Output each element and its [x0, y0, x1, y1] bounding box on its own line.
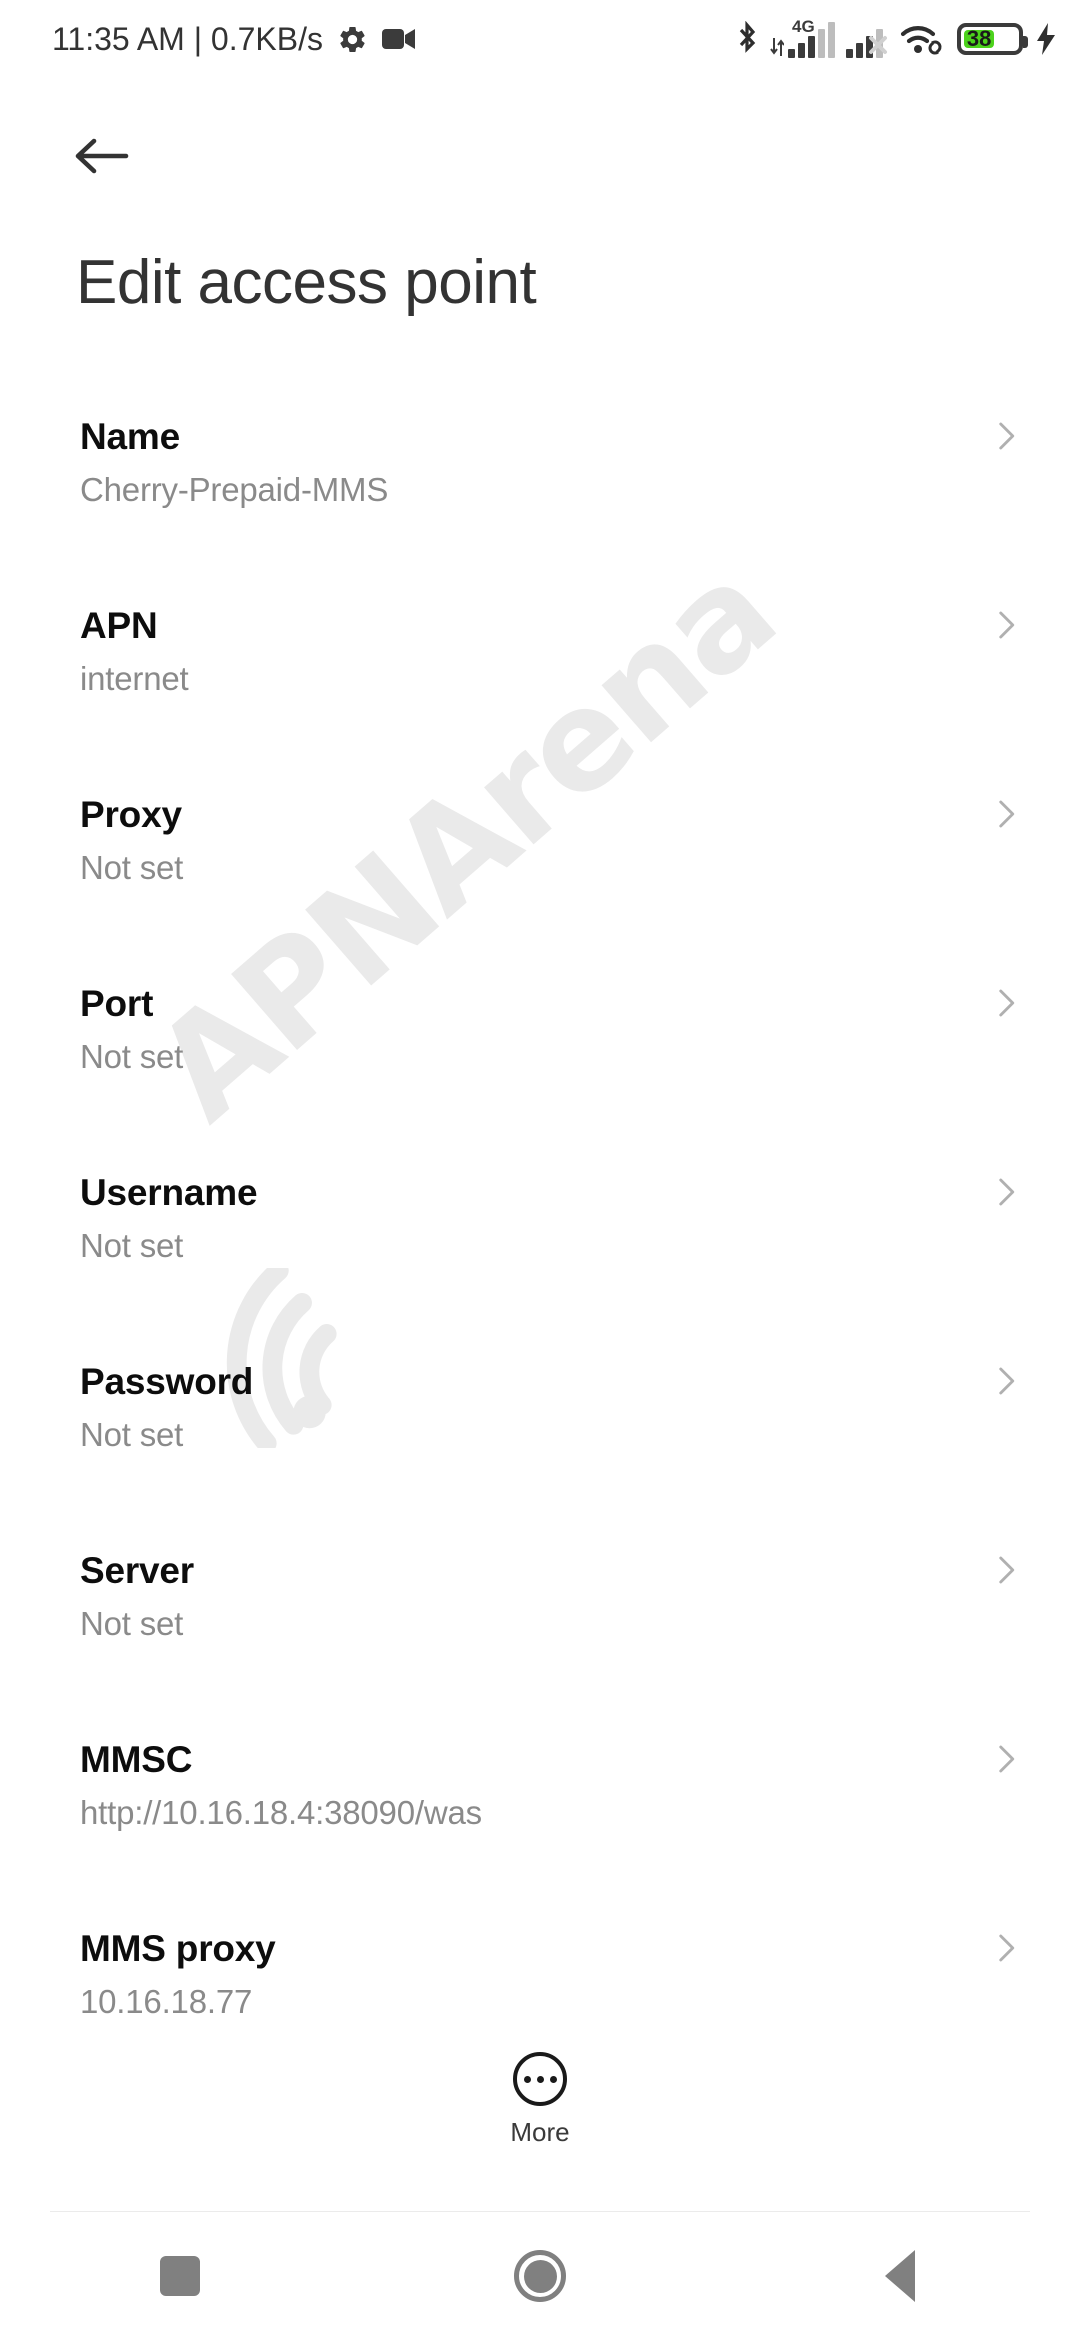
nav-back-button[interactable] [720, 2250, 1080, 2302]
table-row[interactable]: Username Not set [0, 1154, 1080, 1343]
status-bar: 11:35 AM | 0.7KB/s 4G 38 [0, 0, 1080, 78]
table-row[interactable]: APN internet [0, 587, 1080, 776]
field-label: Username [80, 1172, 258, 1213]
gear-icon [337, 24, 368, 55]
back-button[interactable] [64, 118, 140, 194]
field-value: Not set [80, 1605, 184, 1642]
status-bar-left: 11:35 AM | 0.7KB/s [52, 0, 416, 78]
status-bar-right: 4G 38 [735, 0, 1058, 78]
chevron-right-icon [999, 1934, 1015, 1962]
field-label: Port [80, 983, 154, 1024]
field-label: Password [80, 1361, 254, 1402]
chevron-right-icon [999, 800, 1015, 828]
field-value: http://10.16.18.4:38090/was [80, 1794, 482, 1831]
home-circle-icon [514, 2250, 566, 2302]
chevron-right-icon [999, 989, 1015, 1017]
bluetooth-icon [735, 21, 759, 57]
table-row[interactable]: Server Not set [0, 1532, 1080, 1721]
more-button[interactable]: More [0, 2052, 1080, 2148]
field-value: internet [80, 660, 189, 697]
back-arrow-icon [75, 138, 129, 174]
field-label: MMSC [80, 1739, 193, 1780]
field-value: 10.16.18.77 [80, 1983, 253, 2020]
field-value: Not set [80, 1227, 184, 1264]
more-button-label: More [510, 2117, 570, 2147]
recents-square-icon [160, 2256, 200, 2296]
charging-bolt-icon [1034, 22, 1058, 56]
table-row[interactable]: MMSC http://10.16.18.4:38090/was [0, 1721, 1080, 1910]
phone-screen: APNArena 11:35 AM | 0.7KB/s 4G 38 Edit a… [0, 0, 1080, 2340]
chevron-right-icon [999, 611, 1015, 639]
field-label: Proxy [80, 794, 182, 835]
chevron-right-icon [999, 1556, 1015, 1584]
home-circle-inner [523, 2259, 557, 2293]
chevron-right-icon [999, 1745, 1015, 1773]
network-type-label: 4G [792, 17, 815, 36]
field-value: Not set [80, 849, 184, 886]
wifi-linked-icon [900, 21, 946, 57]
chevron-right-icon [999, 1178, 1015, 1206]
signal-bars-no-service-icon [846, 20, 889, 58]
field-label: Server [80, 1550, 195, 1591]
field-value: Not set [80, 1038, 184, 1075]
more-dot [549, 2075, 557, 2083]
battery-icon: 38 [957, 23, 1028, 55]
navigation-bar [0, 2212, 1080, 2340]
back-triangle-icon [885, 2250, 915, 2302]
more-dot [536, 2075, 544, 2083]
table-row[interactable]: Name Cherry-Prepaid-MMS [0, 398, 1080, 587]
table-row[interactable]: Proxy Not set [0, 776, 1080, 965]
page-title: Edit access point [76, 248, 537, 317]
access-point-field-list: Name Cherry-Prepaid-MMS APN internet Pro… [0, 398, 1080, 2099]
field-label: APN [80, 605, 158, 646]
battery-level-label: 38 [966, 26, 992, 51]
status-clock: 11:35 AM | 0.7KB/s [52, 20, 323, 57]
field-value: Not set [80, 1416, 184, 1453]
chevron-right-icon [999, 1367, 1015, 1395]
field-value: Cherry-Prepaid-MMS [80, 471, 389, 508]
video-camera-icon [381, 26, 416, 52]
field-label: Name [80, 416, 180, 457]
table-row[interactable]: Port Not set [0, 965, 1080, 1154]
field-label: MMS proxy [80, 1928, 276, 1969]
table-row[interactable]: Password Not set [0, 1343, 1080, 1532]
signal-bars-4g-icon: 4G [770, 17, 835, 58]
chevron-right-icon [999, 422, 1015, 450]
more-dot [523, 2075, 531, 2083]
more-dots-circle-icon [513, 2052, 567, 2106]
recents-button[interactable] [0, 2256, 360, 2296]
home-button[interactable] [360, 2250, 720, 2302]
